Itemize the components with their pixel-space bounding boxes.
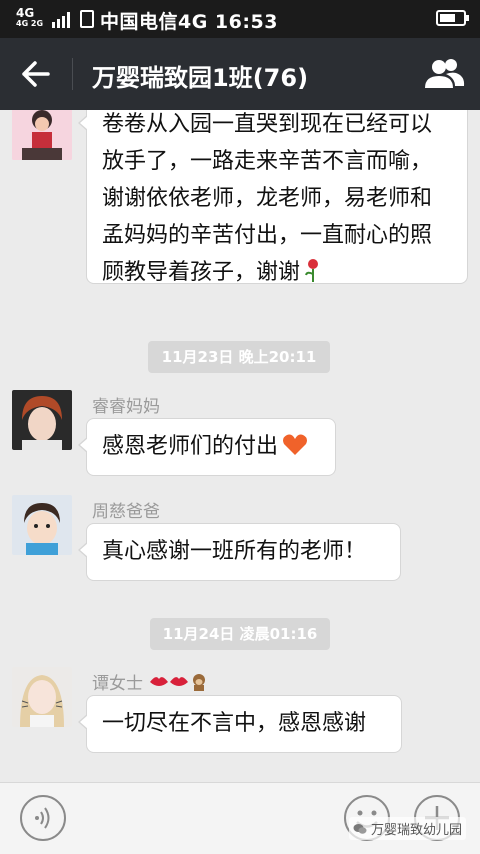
chat-area[interactable]: 卷卷从入园一直哭到现在已经可以放手了，一路走来辛苦不言而喻，谢谢依依老师，龙老师… [0, 110, 480, 782]
sender-name: 睿睿妈妈 [92, 397, 160, 417]
back-arrow-icon[interactable] [16, 56, 56, 92]
signal-icon [52, 12, 70, 28]
wechat-icon [353, 824, 367, 834]
rose-icon [305, 259, 319, 282]
carrier-time: 中国电信4G 16:53 [100, 11, 278, 33]
sender-label: 谭女士 [92, 674, 143, 694]
avatar-image [12, 495, 72, 555]
sim-icon [80, 10, 94, 28]
heart-icon [283, 434, 308, 455]
sender-name: 谭女士 [92, 669, 210, 694]
network-small-label: 4G 2G [16, 19, 44, 28]
message-text: 感恩老师们的付出 [102, 434, 279, 459]
message-text: 卷卷从入园一直哭到现在已经可以放手了，一路走来辛苦不言而喻，谢谢依依老师，龙老师… [102, 112, 433, 285]
battery-icon [436, 10, 469, 26]
message-text: 一切尽在不言中，感恩感谢 [102, 711, 367, 736]
avatar[interactable] [12, 495, 72, 555]
status-bar: 4G 4G 2G 中国电信4G 16:53 [0, 0, 480, 38]
message-bubble[interactable]: 感恩老师们的付出 [78, 418, 336, 476]
timestamp: 11月23日 晚上20:11 [148, 341, 330, 373]
avatar-image [12, 667, 72, 727]
message-bubble[interactable]: 卷卷从入园一直哭到现在已经可以放手了，一路走来辛苦不言而喻，谢谢依依老师，龙老师… [78, 110, 468, 285]
watermark-text: 万婴瑞致幼儿园 [370, 823, 462, 838]
timestamp: 11月24日 凌晨01:16 [150, 618, 330, 650]
avatar-image [12, 390, 72, 450]
nav-divider [72, 58, 73, 90]
network-indicator: 4G 4G 2G [16, 6, 44, 28]
voice-icon [35, 807, 50, 829]
avatar[interactable] [12, 390, 72, 450]
chat-title: 万婴瑞致园1班(76) [92, 64, 309, 92]
network-label: 4G [16, 6, 35, 20]
sender-emoji-icons [150, 674, 206, 691]
watermark: 万婴瑞致幼儿园 [348, 817, 466, 840]
nav-bar: 万婴瑞致园1班(76) [0, 38, 480, 110]
lips-icon [150, 677, 169, 686]
avatar-image [12, 110, 72, 160]
avatar[interactable] [12, 667, 72, 727]
message-bubble[interactable]: 真心感谢一班所有的老师！ [78, 523, 401, 581]
avatar[interactable] [12, 110, 72, 160]
message-bubble[interactable]: 一切尽在不言中，感恩感谢 [78, 695, 402, 753]
lips-icon [170, 677, 189, 686]
input-toolbar: 万婴瑞致幼儿园 [0, 782, 480, 854]
message-text: 真心感谢一班所有的老师！ [102, 539, 367, 564]
sender-name: 周慈爸爸 [92, 502, 160, 522]
voice-input-button[interactable] [20, 795, 66, 841]
group-members-icon[interactable] [422, 54, 466, 94]
